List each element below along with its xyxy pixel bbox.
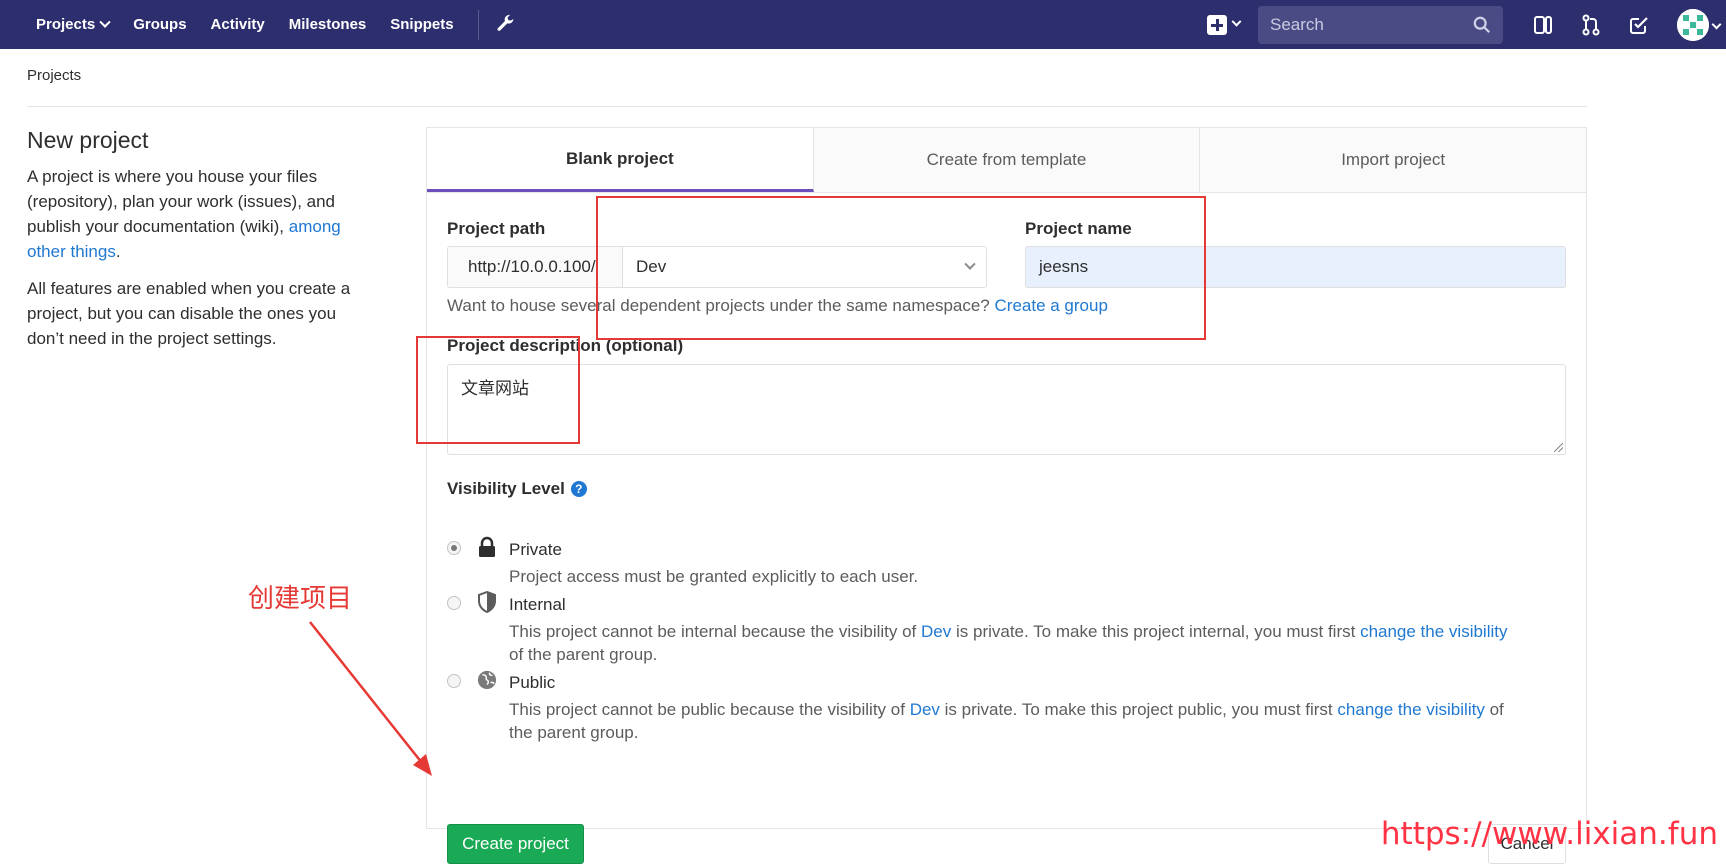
globe-icon <box>477 670 497 690</box>
visibility-level-text: Visibility Level <box>447 479 565 498</box>
chevron-down-icon <box>99 16 111 28</box>
nav-groups[interactable]: Groups <box>121 0 198 49</box>
visibility-description: This project cannot be public because th… <box>509 698 1509 744</box>
chevron-down-icon[interactable] <box>1711 19 1722 30</box>
desc-part: is private. To make this project interna… <box>955 622 1356 641</box>
annotation-arrow-icon <box>309 621 432 776</box>
desc-part: This project cannot be public because th… <box>509 700 905 719</box>
breadcrumb-divider <box>27 106 1587 107</box>
watermark: https://www.lixian.fun <box>1380 816 1718 852</box>
plus-icon <box>1207 14 1227 35</box>
new-project-info: New project A project is where you house… <box>27 127 367 363</box>
lock-icon <box>479 536 495 557</box>
annotation-label: 创建项目 <box>248 584 353 614</box>
top-navbar: Projects Groups Activity Milestones Snip… <box>0 0 1726 49</box>
info-text-end: . <box>115 242 121 261</box>
search-input[interactable] <box>1270 14 1460 35</box>
visibility-description: Project access must be granted explicitl… <box>509 567 919 586</box>
info-paragraph-1: A project is where you house your files … <box>27 164 367 264</box>
tab-import-project[interactable]: Import project <box>1200 128 1586 192</box>
breadcrumb[interactable]: Projects <box>27 67 81 84</box>
search-icon <box>1473 16 1490 33</box>
new-item-dropdown[interactable] <box>1207 14 1242 35</box>
annotation-highlight-description <box>416 336 580 444</box>
shield-icon <box>478 591 496 613</box>
create-project-button[interactable]: Create project <box>447 824 584 864</box>
nav-activity[interactable]: Activity <box>199 0 277 49</box>
project-tabs: Blank project Create from template Impor… <box>427 128 1586 193</box>
group-link[interactable]: Dev <box>921 622 951 641</box>
tab-create-from-template[interactable]: Create from template <box>814 128 1201 192</box>
visibility-level-label: Visibility Level ? <box>447 479 587 499</box>
visibility-title: Public <box>509 673 556 692</box>
nav-projects-dropdown[interactable]: Projects <box>24 0 121 49</box>
visibility-description: This project cannot be internal because … <box>509 620 1509 666</box>
resize-handle-icon[interactable] <box>1554 443 1563 452</box>
group-link[interactable]: Dev <box>910 700 940 719</box>
nav-milestones[interactable]: Milestones <box>277 0 379 49</box>
page-title: New project <box>27 127 149 153</box>
annotation-highlight-path-name <box>596 196 1206 340</box>
visibility-title: Private <box>509 540 562 559</box>
desc-part: This project cannot be internal because … <box>509 622 917 641</box>
nav-links: Projects Groups Activity Milestones Snip… <box>0 0 517 49</box>
search-box <box>1258 5 1503 44</box>
radio-internal[interactable] <box>447 596 461 610</box>
wrench-icon[interactable] <box>495 14 517 36</box>
nav-right <box>1207 0 1726 49</box>
sidebar-toggle-icon[interactable] <box>1530 12 1556 38</box>
question-icon[interactable]: ? <box>570 481 587 497</box>
todo-icon[interactable] <box>1626 12 1652 38</box>
merge-request-icon[interactable] <box>1578 12 1604 38</box>
chevron-down-icon <box>1231 16 1242 27</box>
change-visibility-link[interactable]: change the visibility <box>1337 700 1484 719</box>
tab-blank-project[interactable]: Blank project <box>427 128 814 192</box>
radio-private[interactable] <box>447 541 461 555</box>
radio-public[interactable] <box>447 674 461 688</box>
info-paragraph-2: All features are enabled when you create… <box>27 279 351 348</box>
avatar[interactable] <box>1677 8 1709 41</box>
project-path-label: Project path <box>447 219 546 238</box>
nav-projects-label: Projects <box>36 16 96 33</box>
nav-divider <box>477 9 479 40</box>
project-description-textarea[interactable]: 文章网站 <box>447 364 1566 455</box>
change-visibility-link[interactable]: change the visibility <box>1360 622 1507 641</box>
desc-part: of the parent group. <box>509 645 658 664</box>
desc-part: is private. To make this project public,… <box>944 700 1333 719</box>
nav-snippets[interactable]: Snippets <box>378 0 465 49</box>
visibility-title: Internal <box>509 595 566 614</box>
